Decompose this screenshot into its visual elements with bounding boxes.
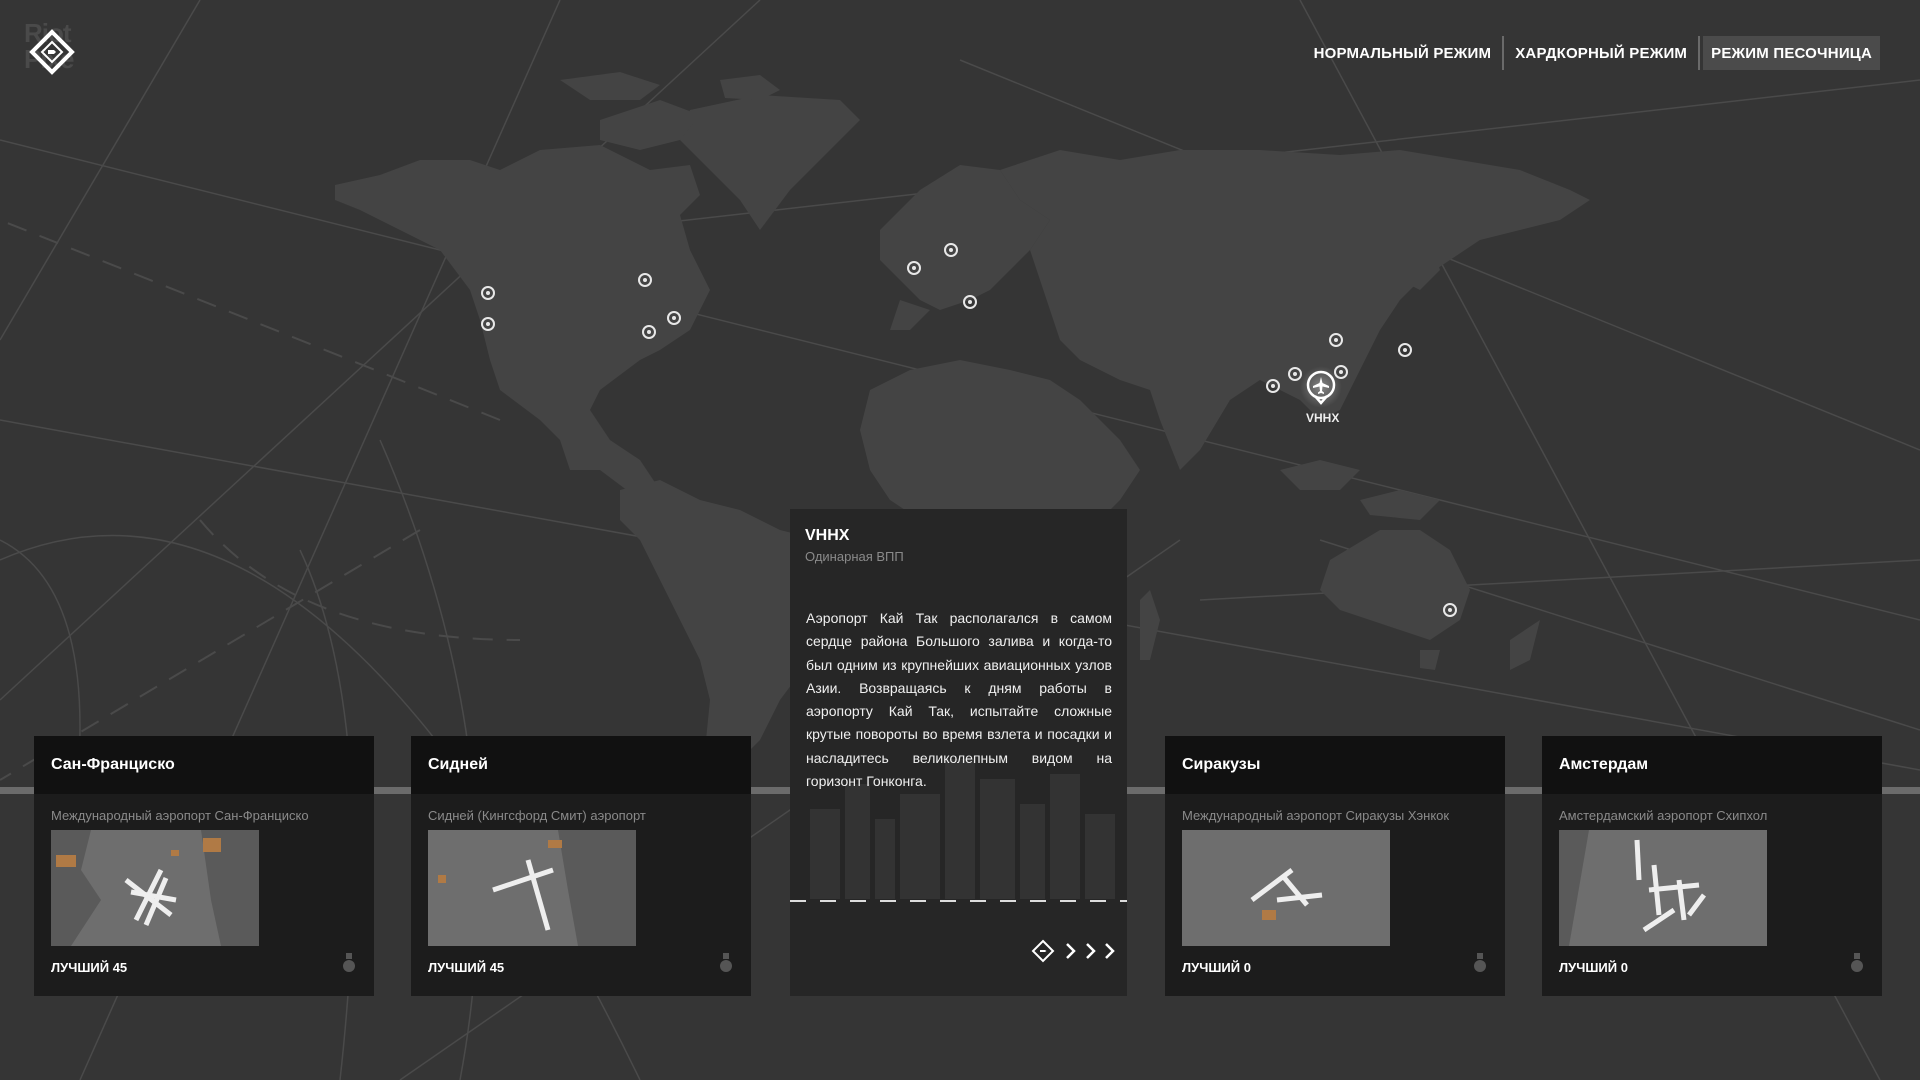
mode-divider xyxy=(1502,36,1505,70)
airport-detail-panel[interactable]: VHHX Одинарная ВПП Аэропорт Кай Так расп… xyxy=(790,509,1127,996)
card-title: Сан-Франциско xyxy=(51,756,175,773)
chevrons-right-icon xyxy=(1066,943,1115,959)
airport-marker[interactable] xyxy=(1329,333,1343,347)
card-body: Амстердамский аэропорт Схипхол ЛУЧШИЙ 0 xyxy=(1542,794,1882,996)
card-subtitle: Сидней (Кингсфорд Смит) аэропорт xyxy=(428,808,646,823)
best-score: ЛУЧШИЙ 0 xyxy=(1182,960,1251,975)
medal-icon xyxy=(1474,953,1486,972)
airport-marker[interactable] xyxy=(481,286,495,300)
plane-pin-icon xyxy=(1306,370,1336,405)
airport-card-san-francisco[interactable]: Сан-Франциско Международный аэропорт Сан… xyxy=(34,736,374,996)
airport-marker[interactable] xyxy=(963,295,977,309)
airport-thumbnail xyxy=(428,830,636,946)
airport-card-sydney[interactable]: Сидней Сидней (Кингсфорд Смит) аэропорт … xyxy=(411,736,751,996)
card-subtitle: Амстердамский аэропорт Схипхол xyxy=(1559,808,1768,823)
selected-airport-code: VHHX xyxy=(1306,411,1340,425)
airport-marker[interactable] xyxy=(1398,343,1412,357)
card-body: Сидней (Кингсфорд Смит) аэропорт ЛУЧШИЙ … xyxy=(411,794,751,996)
play-button[interactable] xyxy=(1031,939,1115,963)
diamond-plane-icon xyxy=(1031,939,1055,963)
card-title: Сидней xyxy=(428,756,488,773)
best-score: ЛУЧШИЙ 45 xyxy=(51,960,128,975)
best-score: ЛУЧШИЙ 0 xyxy=(1559,960,1628,975)
airport-marker[interactable] xyxy=(907,261,921,275)
airport-marker[interactable] xyxy=(638,273,652,287)
card-title: Амстердам xyxy=(1559,756,1649,773)
airport-marker[interactable] xyxy=(1266,379,1280,393)
mode-selector: НОРМАЛЬНЫЙ РЕЖИМ ХАРДКОРНЫЙ РЕЖИМ РЕЖИМ … xyxy=(1306,36,1880,70)
runway-dashes xyxy=(790,900,1127,902)
detail-runway-type: Одинарная ВПП xyxy=(805,549,904,564)
medal-icon xyxy=(720,953,732,972)
card-subtitle: Международный аэропорт Сиракузы Хэнкок xyxy=(1182,808,1450,823)
mode-hardcore-tab[interactable]: ХАРДКОРНЫЙ РЕЖИМ xyxy=(1507,36,1695,70)
airport-thumbnail xyxy=(51,830,259,946)
selected-airport-marker[interactable] xyxy=(1300,366,1342,408)
detail-airport-code: VHHX xyxy=(805,527,850,544)
card-body: Международный аэропорт Сан-Франциско ЛУЧ… xyxy=(34,794,374,996)
best-score: ЛУЧШИЙ 45 xyxy=(428,960,505,975)
card-title: Сиракузы xyxy=(1182,756,1261,773)
mode-sandbox-tab[interactable]: РЕЖИМ ПЕСОЧНИЦА xyxy=(1703,36,1880,70)
mode-divider xyxy=(1698,36,1701,70)
airport-marker[interactable] xyxy=(481,317,495,331)
airport-marker[interactable] xyxy=(667,311,681,325)
medal-icon xyxy=(1851,953,1863,972)
home-diamond-icon[interactable] xyxy=(22,22,82,82)
airport-thumbnail xyxy=(1182,830,1390,946)
airport-thumbnail xyxy=(1559,830,1767,946)
airport-card-syracuse[interactable]: Сиракузы Международный аэропорт Сиракузы… xyxy=(1165,736,1505,996)
airport-marker[interactable] xyxy=(1443,603,1457,617)
airport-card-amsterdam[interactable]: Амстердам Амстердамский аэропорт Схипхол… xyxy=(1542,736,1882,996)
airport-marker[interactable] xyxy=(642,325,656,339)
airport-marker[interactable] xyxy=(1288,367,1302,381)
airport-marker[interactable] xyxy=(944,243,958,257)
detail-description: Аэропорт Кай Так располагался в самом се… xyxy=(806,610,1112,790)
card-subtitle: Международный аэропорт Сан-Франциско xyxy=(51,808,309,823)
mode-normal-tab[interactable]: НОРМАЛЬНЫЙ РЕЖИМ xyxy=(1306,36,1500,70)
medal-icon xyxy=(343,953,355,972)
card-body: Международный аэропорт Сиракузы Хэнкок Л… xyxy=(1165,794,1505,996)
